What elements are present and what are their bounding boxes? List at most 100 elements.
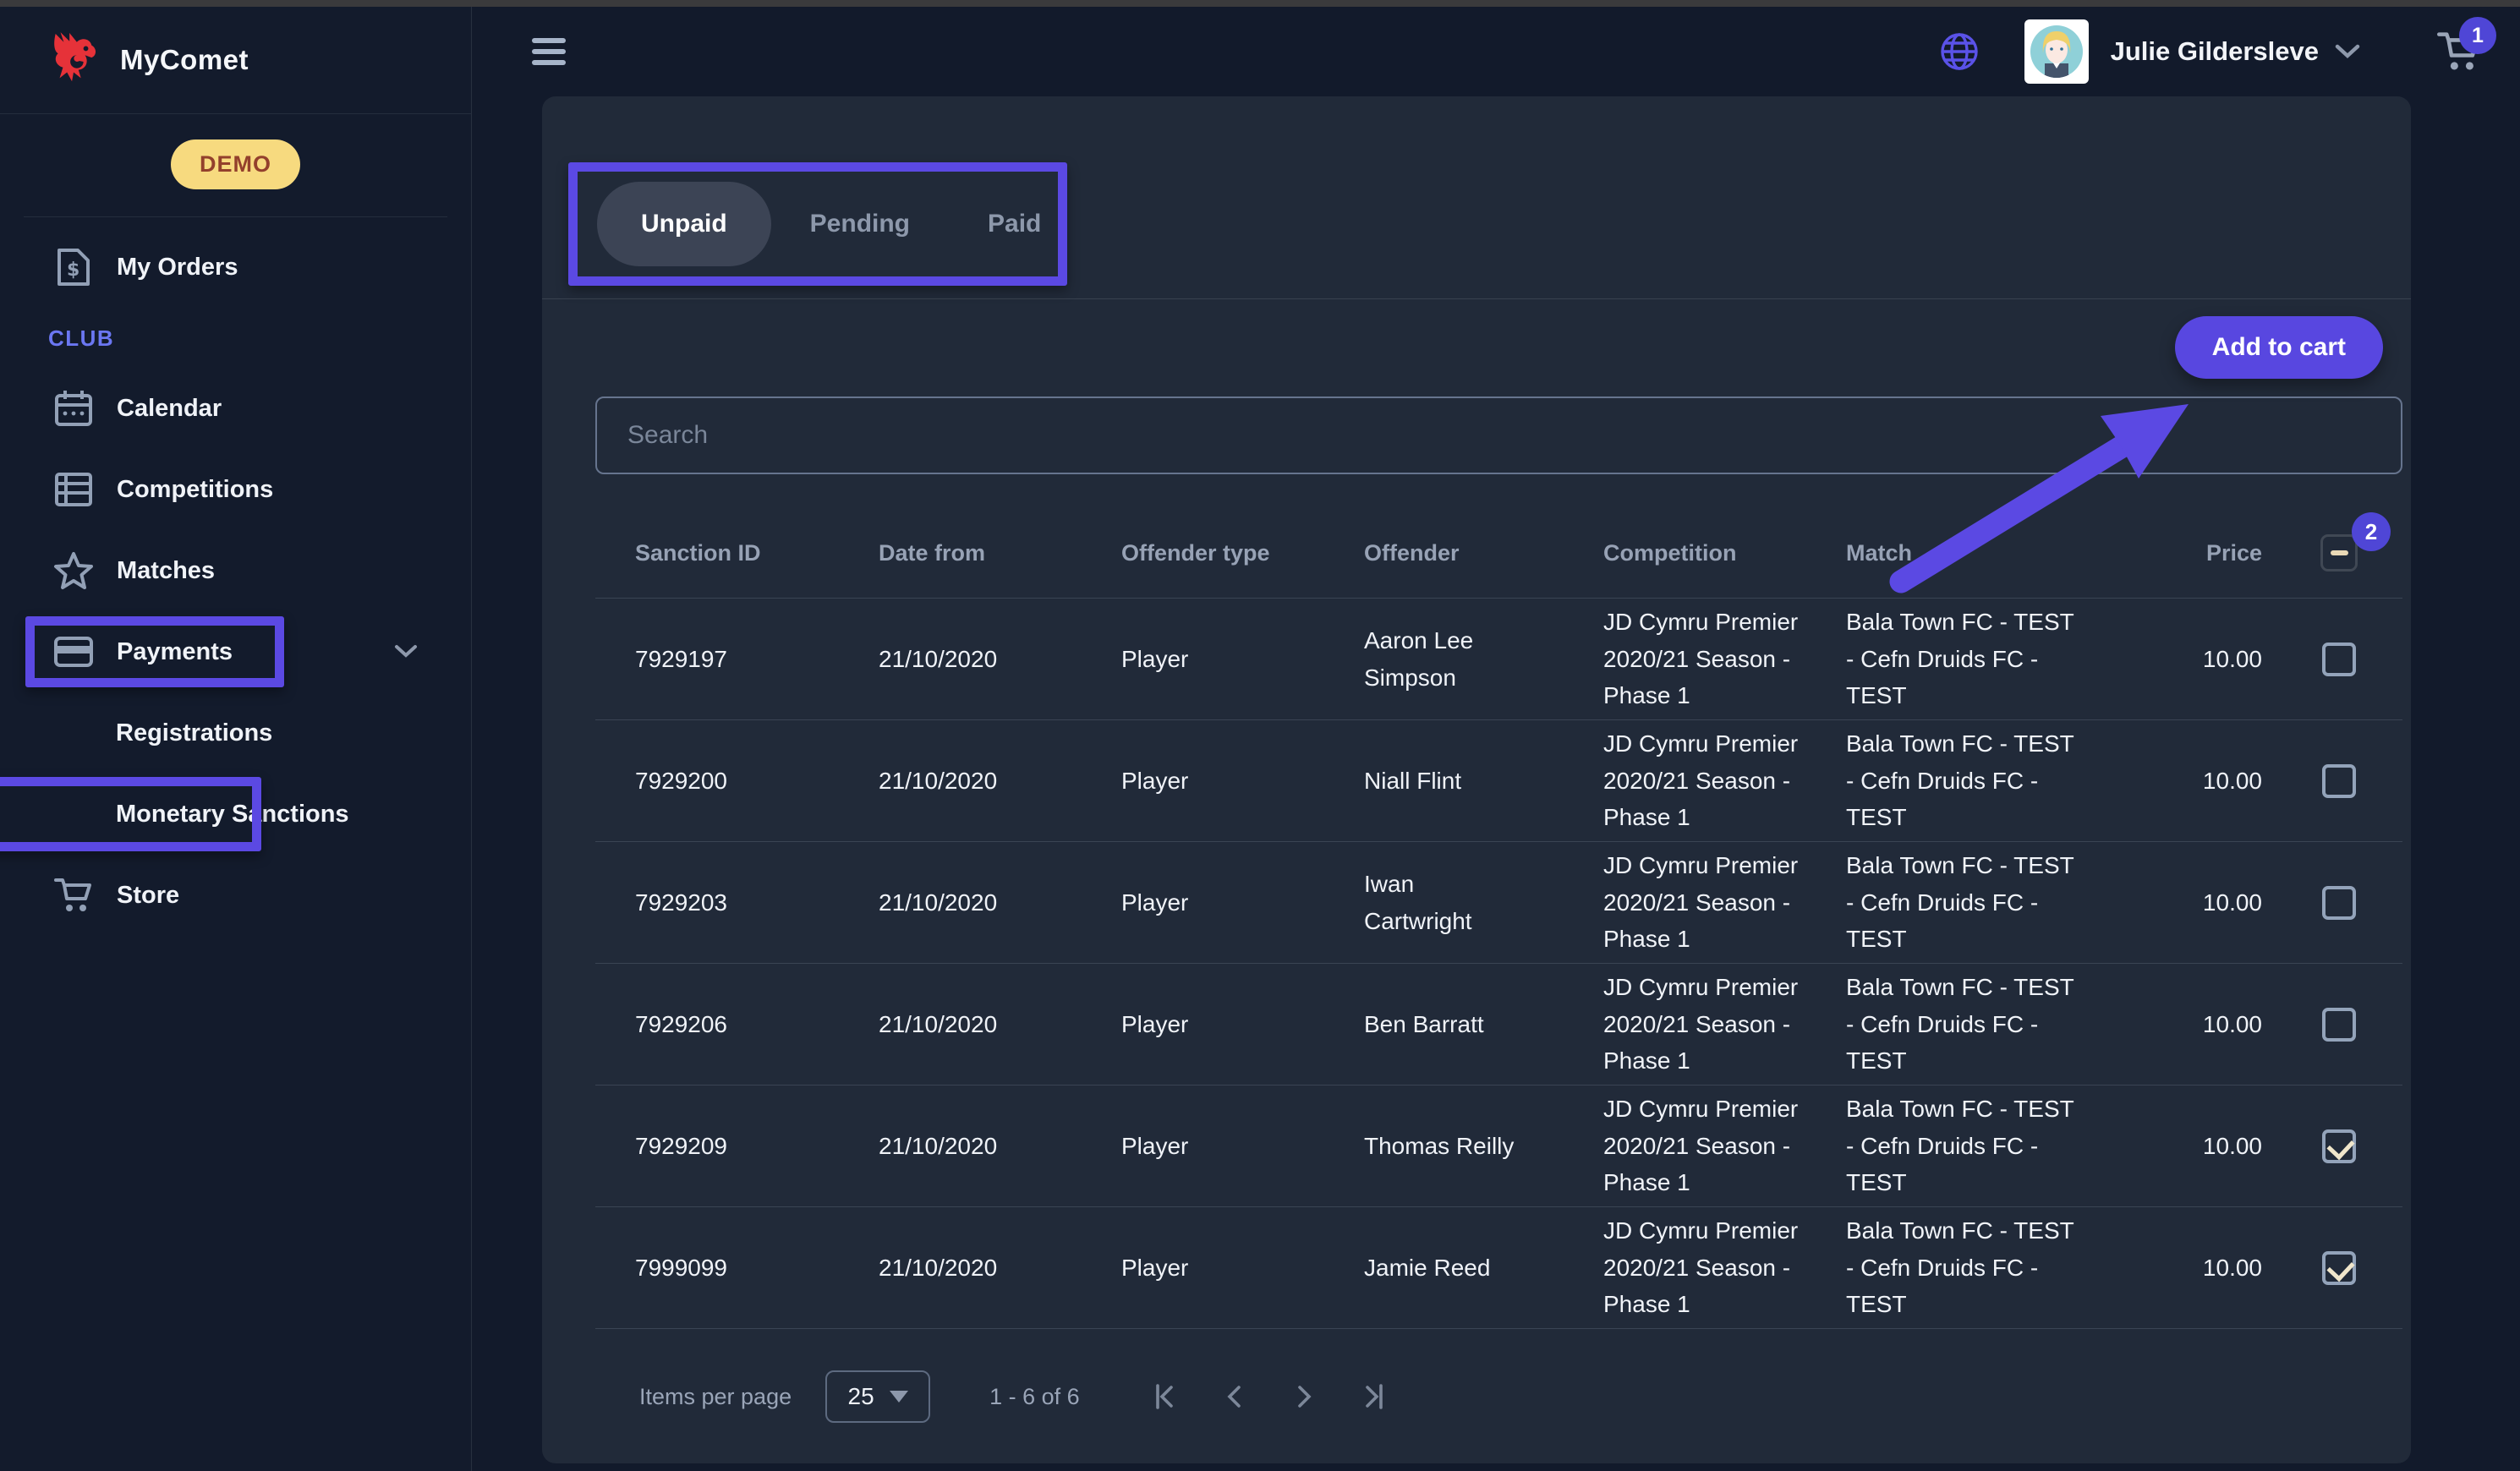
add-to-cart-button[interactable]: Add to cart xyxy=(2175,316,2383,379)
next-page-button[interactable] xyxy=(1269,1382,1339,1411)
avatar[interactable] xyxy=(2024,19,2089,84)
cell-price: 10.00 xyxy=(2201,889,2276,916)
sidebar-item-label: My Orders xyxy=(117,254,238,282)
cell-date-from: 21/10/2020 xyxy=(879,1011,1121,1038)
cell-date-from: 21/10/2020 xyxy=(879,1255,1121,1282)
cell-sanction-id: 7929209 xyxy=(635,1133,879,1160)
store-cart-icon xyxy=(52,877,95,914)
cell-date-from: 21/10/2020 xyxy=(879,646,1121,673)
tab-paid[interactable]: Paid xyxy=(949,182,1080,266)
cell-date-from: 21/10/2020 xyxy=(879,1133,1121,1160)
items-per-page-value: 25 xyxy=(848,1383,874,1410)
items-per-page-label: Items per page xyxy=(639,1384,792,1410)
brand-name: MyComet xyxy=(120,44,249,76)
cell-sanction-id: 7929206 xyxy=(635,1011,879,1038)
selected-count-badge: 2 xyxy=(2352,512,2391,551)
cell-offender-type: Player xyxy=(1121,646,1364,673)
cell-offender-type: Player xyxy=(1121,1133,1364,1160)
cell-match: Bala Town FC - TEST - Cefn Druids FC - T… xyxy=(1846,725,2201,835)
sidebar: MyComet DEMO $ My Orders CLUB xyxy=(0,7,472,1471)
cell-offender-type: Player xyxy=(1121,1011,1364,1038)
sidebar-item-payments[interactable]: Payments xyxy=(0,624,471,680)
cell-match: Bala Town FC - TEST - Cefn Druids FC - T… xyxy=(1846,604,2201,714)
column-header-offender: Offender xyxy=(1364,540,1603,566)
previous-page-button[interactable] xyxy=(1200,1382,1269,1411)
column-header-price: Price xyxy=(2201,540,2276,566)
demo-badge: DEMO xyxy=(171,139,300,189)
column-header-sanction-id: Sanction ID xyxy=(635,540,879,566)
sidebar-section-club: CLUB xyxy=(48,325,471,352)
chevron-down-icon[interactable] xyxy=(393,643,419,659)
list-table-icon xyxy=(52,472,95,507)
user-menu-chevron-down-icon[interactable] xyxy=(2334,43,2361,60)
cart-button[interactable]: 1 xyxy=(2437,30,2481,73)
cell-offender: Thomas Reilly xyxy=(1364,1128,1603,1164)
sidebar-item-registrations[interactable]: Registrations xyxy=(0,705,471,761)
table-row: 7929206 21/10/2020 Player Ben Barratt JD… xyxy=(595,964,2402,1085)
language-globe-icon[interactable] xyxy=(1940,32,1979,71)
row-checkbox[interactable] xyxy=(2322,886,2356,920)
cell-competition: JD Cymru Premier 2020/21 Season - Phase … xyxy=(1603,604,1846,714)
cell-sanction-id: 7929203 xyxy=(635,889,879,916)
cell-date-from: 21/10/2020 xyxy=(879,768,1121,795)
cell-sanction-id: 7999099 xyxy=(635,1255,879,1282)
search-input[interactable] xyxy=(595,396,2402,474)
items-per-page-select[interactable]: 25 xyxy=(825,1370,930,1423)
table-row: 7929203 21/10/2020 Player Iwan Cartwrigh… xyxy=(595,842,2402,964)
sidebar-item-competitions[interactable]: Competitions xyxy=(0,462,471,517)
svg-text:$: $ xyxy=(67,260,79,281)
row-checkbox[interactable] xyxy=(2322,1251,2356,1285)
cell-offender: Iwan Cartwright xyxy=(1364,866,1603,939)
cell-match: Bala Town FC - TEST - Cefn Druids FC - T… xyxy=(1846,847,2201,957)
sidebar-item-calendar[interactable]: Calendar xyxy=(0,380,471,436)
cell-offender-type: Player xyxy=(1121,889,1364,916)
sidebar-item-label: Matches xyxy=(117,557,215,585)
sidebar-item-label: Store xyxy=(117,882,179,910)
cell-price: 10.00 xyxy=(2201,646,2276,673)
sidebar-item-label: Payments xyxy=(117,638,233,666)
cell-match: Bala Town FC - TEST - Cefn Druids FC - T… xyxy=(1846,969,2201,1079)
select-dropdown-arrow-icon xyxy=(890,1391,908,1403)
cell-competition: JD Cymru Premier 2020/21 Season - Phase … xyxy=(1603,1212,1846,1322)
hamburger-menu-icon[interactable] xyxy=(532,32,566,71)
sidebar-item-matches[interactable]: Matches xyxy=(0,543,471,599)
select-all-checkbox-indeterminate[interactable] xyxy=(2320,534,2358,571)
table-row: 7929197 21/10/2020 Player Aaron Lee Simp… xyxy=(595,599,2402,720)
cell-offender: Ben Barratt xyxy=(1364,1006,1603,1042)
table-body: 7929197 21/10/2020 Player Aaron Lee Simp… xyxy=(595,599,2402,1329)
tab-unpaid[interactable]: Unpaid xyxy=(597,182,771,266)
cell-competition: JD Cymru Premier 2020/21 Season - Phase … xyxy=(1603,847,1846,957)
cell-price: 10.00 xyxy=(2201,1255,2276,1282)
screenshot-top-strip xyxy=(0,0,2520,7)
cart-count-badge: 1 xyxy=(2459,17,2496,54)
sidebar-item-label: Registrations xyxy=(116,719,272,747)
table-row: 7929200 21/10/2020 Player Niall Flint JD… xyxy=(595,720,2402,842)
column-header-date-from: Date from xyxy=(879,540,1121,566)
last-page-button[interactable] xyxy=(1339,1382,1408,1411)
tab-pending[interactable]: Pending xyxy=(771,182,949,266)
cell-offender: Aaron Lee Simpson xyxy=(1364,622,1603,696)
cell-competition: JD Cymru Premier 2020/21 Season - Phase … xyxy=(1603,1091,1846,1200)
logo-row: MyComet xyxy=(0,7,471,114)
sidebar-item-my-orders[interactable]: $ My Orders xyxy=(0,239,471,295)
cell-date-from: 21/10/2020 xyxy=(879,889,1121,916)
row-checkbox[interactable] xyxy=(2322,1008,2356,1042)
row-checkbox[interactable] xyxy=(2322,764,2356,798)
sidebar-item-label: Calendar xyxy=(117,395,222,423)
pagination: Items per page 25 1 - 6 of 6 xyxy=(542,1329,2411,1464)
invoice-icon: $ xyxy=(52,247,95,287)
cell-competition: JD Cymru Premier 2020/21 Season - Phase … xyxy=(1603,725,1846,835)
first-page-button[interactable] xyxy=(1131,1382,1200,1411)
topbar: Julie Gildersleve 1 xyxy=(473,7,2520,96)
row-checkbox[interactable] xyxy=(2322,1129,2356,1163)
sidebar-item-store[interactable]: Store xyxy=(0,867,471,923)
tabbar: Unpaid Pending Paid xyxy=(542,96,2411,299)
sidebar-item-monetary-sanctions[interactable]: Monetary Sanctions xyxy=(0,786,471,842)
cell-offender-type: Player xyxy=(1121,768,1364,795)
column-header-competition: Competition xyxy=(1603,540,1846,566)
page-range-label: 1 - 6 of 6 xyxy=(989,1384,1080,1410)
content-card: Unpaid Pending Paid Add to cart Sanction… xyxy=(542,96,2411,1463)
row-checkbox[interactable] xyxy=(2322,643,2356,676)
table-row: 7929209 21/10/2020 Player Thomas Reilly … xyxy=(595,1085,2402,1207)
star-icon xyxy=(52,551,95,590)
